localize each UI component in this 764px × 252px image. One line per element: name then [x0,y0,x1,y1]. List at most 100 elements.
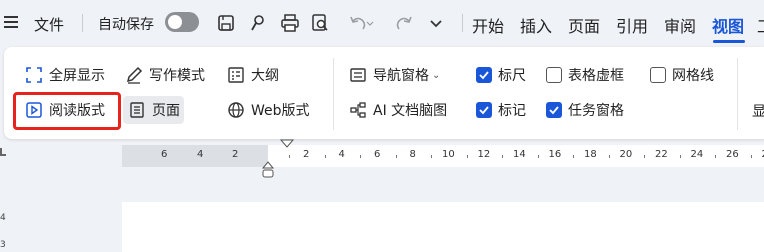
ruler-tick-label: 14 [513,149,526,160]
ruler-tick-label: 10 [442,149,455,160]
ruler-tick-label: 20 [619,149,633,160]
ruler-corner-icon [0,148,6,156]
ruler-tick [537,155,539,158]
ribbon-divider [737,58,738,130]
table-gridlines-label: 表格虚框 [568,68,624,84]
ruler-tick-label: 16 [548,149,562,160]
ruler-tick [324,155,326,158]
ruler-tick-label: 6 [374,149,381,160]
ruler-tick [715,155,716,158]
outline-icon [226,65,246,85]
gridlines-checkbox[interactable]: 网格线 [650,61,714,89]
highlight-annotation [13,92,121,130]
page-view-icon [127,100,147,120]
ruler-label: 标尺 [498,68,526,84]
ruler-tick [608,155,610,158]
display-button-partial[interactable]: 显 [752,101,764,121]
save-icon[interactable] [216,12,236,34]
ruler-tick-label: 4 [197,149,204,160]
outline-button[interactable]: 大纲 [226,61,279,89]
ruler-margin [122,145,268,167]
task-pane-label: 任务窗格 [568,103,624,119]
divider [462,14,463,32]
ruler-tick-label: 2 [303,149,310,160]
checkbox-checked-icon [476,67,492,83]
page-view-button[interactable]: 页面 [123,96,184,124]
ruler-tick-label: 18 [584,149,597,160]
ruler-tick [750,155,752,158]
ruler-tick [502,155,503,158]
tab-home[interactable]: 开始 [472,13,504,37]
ruler-tick [431,155,432,158]
autosave-toggle[interactable] [165,12,199,32]
fullscreen-label: 全屏显示 [49,68,105,84]
chevron-down-icon[interactable] [426,12,446,34]
ruler-tick [289,155,290,158]
ruler-tick-label: 22 [655,149,668,160]
ruler-tick-label: 12 [477,149,491,160]
autosave-label: 自动保存 [98,17,154,33]
ruler-checkbox[interactable]: 标尺 [476,61,526,89]
tab-insert[interactable]: 插入 [520,13,552,37]
table-gridlines-checkbox[interactable]: 表格虚框 [546,61,624,89]
fullscreen-button[interactable]: 全屏显示 [24,61,105,89]
checkbox-unchecked-icon [650,67,666,83]
ruler-tick-label: 26 [726,149,739,160]
undo-icon[interactable] [346,12,376,34]
vertical-ruler-tick: 3 [0,240,6,250]
active-tab-indicator [713,40,745,43]
ai-mindmap-button[interactable]: AI 文档脑图 [348,96,447,124]
chevron-down-icon: ⌄ [432,69,441,81]
format-painter-icon[interactable] [248,12,268,34]
ruler-tick-label: 2 [232,149,239,160]
first-line-indent-icon[interactable] [280,139,294,153]
checkbox-checked-icon [546,102,562,118]
nav-pane-icon [348,65,368,85]
task-pane-checkbox[interactable]: 任务窗格 [546,96,624,124]
outline-label: 大纲 [251,68,279,84]
nav-pane-label: 导航窗格 [373,68,429,84]
menu-icon[interactable] [4,13,20,33]
divider [82,14,83,32]
marks-label: 标记 [498,103,526,119]
mindmap-icon [348,100,368,120]
nav-pane-dropdown[interactable]: 导航窗格 ⌄ [348,61,440,89]
file-menu[interactable]: 文件 [34,14,64,35]
print-preview-icon[interactable] [310,12,330,34]
redo-icon[interactable] [394,12,414,34]
checkbox-unchecked-icon [546,67,562,83]
tab-references[interactable]: 引用 [616,13,648,37]
ruler-tick-label: 24 [690,149,704,160]
ruler-tick-label: 8 [409,149,416,160]
document-page[interactable] [122,202,764,252]
ai-mindmap-label: AI 文档脑图 [373,103,448,119]
writing-mode-label: 写作模式 [149,68,205,84]
tab-review[interactable]: 审阅 [664,13,696,37]
ruler-tick-label: 6 [161,149,168,160]
gridlines-label: 网格线 [672,68,714,84]
writing-mode-button[interactable]: 写作模式 [124,61,205,89]
tab-tools[interactable]: 工 [757,13,764,37]
page-view-label: 页面 [152,103,180,119]
ruler-tick [644,155,645,158]
tab-page[interactable]: 页面 [568,13,600,37]
tab-view[interactable]: 视图 [712,13,744,37]
checkbox-checked-icon [476,102,492,118]
horizontal-ruler[interactable]: 6 4 2 246810121416182022242628 [122,145,764,167]
print-icon[interactable] [280,12,300,34]
web-view-button[interactable]: Web版式 [226,96,310,124]
web-view-label: Web版式 [251,103,310,119]
ruler-tick [466,155,468,158]
ruler-tick [360,155,361,158]
pen-icon [124,65,144,85]
ruler-tick [573,155,574,158]
ribbon-divider [333,58,334,130]
ruler-tick [395,155,397,158]
marks-checkbox[interactable]: 标记 [476,96,526,124]
title-bar: 文件 自动保存 开始 插入 页面 引用 审阅 视图 工 [0,0,764,46]
ruler-tick [679,155,681,158]
globe-icon [226,100,246,120]
vertical-ruler-tick: 4 [0,213,6,223]
hanging-indent-icon[interactable] [262,160,274,178]
fullscreen-icon [24,65,44,85]
